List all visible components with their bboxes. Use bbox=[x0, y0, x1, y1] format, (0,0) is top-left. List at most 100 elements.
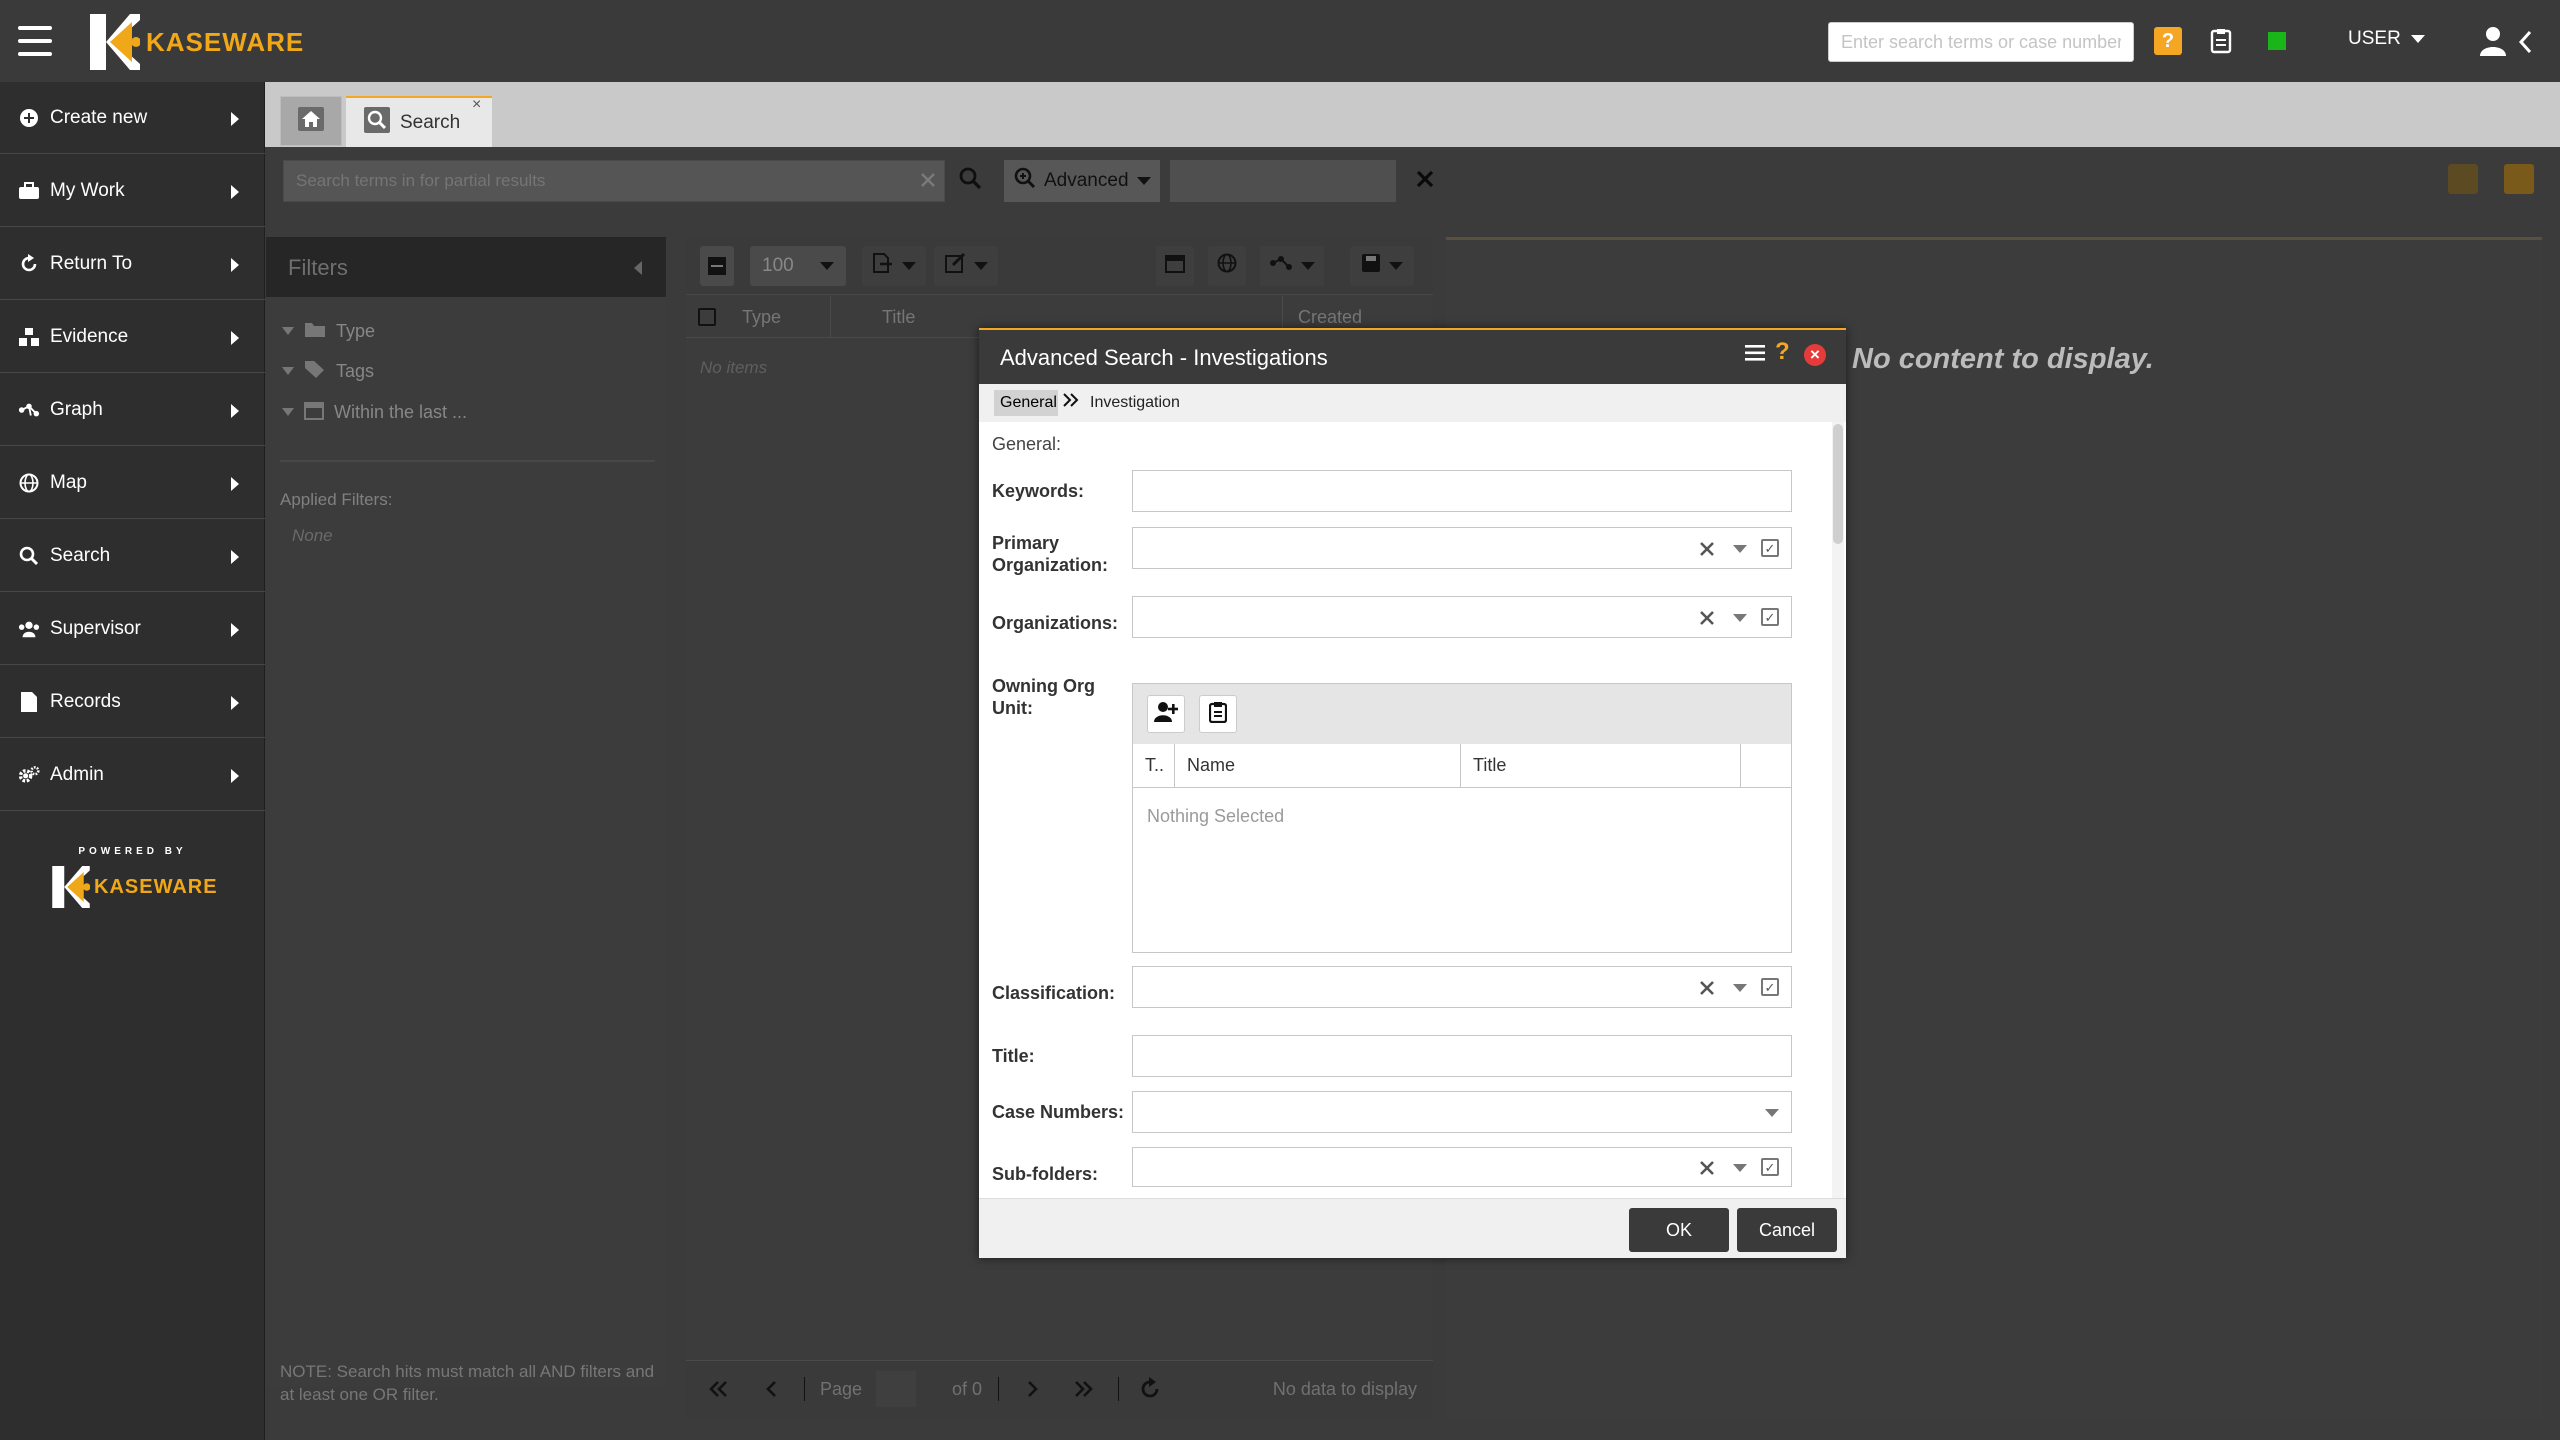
organizations-label: Organizations: bbox=[992, 613, 1119, 633]
calendar-view-button[interactable] bbox=[1156, 246, 1194, 286]
menu-icon[interactable] bbox=[1745, 344, 1765, 367]
sidebar-item-search[interactable]: Search bbox=[0, 520, 265, 592]
label-line: Unit: bbox=[992, 698, 1033, 718]
collapse-button[interactable] bbox=[700, 246, 734, 286]
classification-combo[interactable]: ✓ bbox=[1132, 966, 1792, 1008]
sidebar-item-label: Graph bbox=[50, 398, 103, 420]
case-numbers-combo[interactable] bbox=[1132, 1091, 1792, 1133]
map-view-button[interactable] bbox=[1208, 246, 1246, 286]
hamburger-menu-icon[interactable] bbox=[18, 26, 52, 56]
filter-within-last[interactable]: Within the last ... bbox=[282, 400, 467, 425]
collapse-icon[interactable] bbox=[634, 261, 642, 275]
export-button[interactable] bbox=[862, 246, 926, 286]
edit-icon bbox=[944, 252, 966, 280]
tab-search[interactable]: Search bbox=[346, 96, 492, 147]
clear-icon[interactable] bbox=[1699, 1160, 1715, 1181]
dialog-help-icon[interactable]: ? bbox=[1775, 338, 1790, 366]
chevron-right-icon bbox=[231, 404, 239, 418]
chevron-down-icon[interactable] bbox=[1733, 545, 1747, 553]
chevron-down-icon[interactable] bbox=[1733, 1164, 1747, 1172]
tab-close-icon[interactable]: × bbox=[472, 96, 481, 114]
checkbox-icon[interactable]: ✓ bbox=[1761, 608, 1779, 626]
brand-wordmark: KASEWARE bbox=[146, 26, 305, 57]
saved-filter-dropdown[interactable] bbox=[1170, 160, 1396, 202]
calendar-icon bbox=[304, 400, 324, 425]
sidebar-item-supervisor[interactable]: Supervisor bbox=[0, 593, 265, 665]
owning-org-unit-label: Owning Org Unit: bbox=[992, 675, 1095, 719]
graph-view-button[interactable] bbox=[1260, 246, 1324, 286]
person-icon[interactable] bbox=[2480, 26, 2506, 61]
clipboard-icon[interactable] bbox=[2210, 28, 2232, 59]
help-button[interactable]: ? bbox=[2154, 27, 2182, 55]
advanced-search-button[interactable]: Advanced bbox=[1004, 160, 1160, 202]
page-number-input[interactable] bbox=[876, 1371, 916, 1407]
chevron-down-icon bbox=[1301, 262, 1315, 270]
chevron-down-icon[interactable] bbox=[1733, 614, 1747, 622]
chevron-right-icon bbox=[231, 696, 239, 710]
refresh-icon[interactable] bbox=[1138, 1377, 1162, 1406]
search-terms-input[interactable] bbox=[283, 160, 945, 202]
ok-button[interactable]: OK bbox=[1629, 1208, 1729, 1252]
column-header-title[interactable]: Title bbox=[882, 307, 915, 328]
sidebar: Create new My Work Return To Evidence Gr… bbox=[0, 82, 265, 1440]
sidebar-item-label: Search bbox=[50, 544, 111, 566]
prev-page-icon[interactable] bbox=[764, 1379, 778, 1404]
filter-type[interactable]: Type bbox=[282, 320, 375, 343]
checkbox-icon[interactable]: ✓ bbox=[1761, 1158, 1779, 1176]
clipboard-button[interactable] bbox=[1199, 695, 1237, 733]
sidebar-item-return-to[interactable]: Return To bbox=[0, 228, 265, 300]
tab-strip bbox=[265, 82, 2560, 147]
primary-organization-combo[interactable]: ✓ bbox=[1132, 527, 1792, 569]
help-icon[interactable] bbox=[2504, 164, 2534, 194]
cancel-button[interactable]: Cancel bbox=[1737, 1208, 1837, 1252]
tab-search-label: Search bbox=[400, 111, 461, 133]
column-header-name[interactable]: Name bbox=[1175, 744, 1461, 788]
first-page-icon[interactable] bbox=[708, 1379, 728, 1404]
sidebar-item-my-work[interactable]: My Work bbox=[0, 155, 265, 227]
chevron-down-icon[interactable] bbox=[1765, 1109, 1779, 1117]
column-header-created[interactable]: Created bbox=[1298, 307, 1362, 328]
chevron-down-icon[interactable] bbox=[1733, 984, 1747, 992]
global-search-input[interactable] bbox=[1828, 22, 2134, 62]
tab-home[interactable] bbox=[280, 96, 342, 146]
checkbox-icon[interactable]: ✓ bbox=[1761, 978, 1779, 996]
filter-tags[interactable]: Tags bbox=[282, 360, 374, 383]
breadcrumb-general[interactable]: General bbox=[994, 390, 1058, 416]
sidebar-item-graph[interactable]: Graph bbox=[0, 374, 265, 446]
page-size-select[interactable]: 100 bbox=[750, 246, 846, 286]
sidebar-item-create-new[interactable]: Create new bbox=[0, 82, 265, 154]
settings-icon[interactable] bbox=[2448, 164, 2478, 194]
column-header-title[interactable]: Title bbox=[1461, 744, 1741, 788]
classification-label: Classification: bbox=[992, 983, 1116, 1003]
sidebar-item-admin[interactable]: Admin bbox=[0, 739, 265, 811]
save-icon bbox=[1361, 253, 1381, 279]
chevron-down-icon bbox=[974, 262, 988, 270]
checkbox-icon[interactable]: ✓ bbox=[1761, 539, 1779, 557]
chevron-left-icon[interactable] bbox=[2518, 30, 2532, 61]
sidebar-item-map[interactable]: Map bbox=[0, 447, 265, 519]
breadcrumb-investigation[interactable]: Investigation bbox=[1090, 394, 1180, 412]
save-button[interactable] bbox=[1350, 246, 1414, 286]
close-icon[interactable] bbox=[1416, 164, 1434, 195]
sidebar-item-records[interactable]: Records bbox=[0, 666, 265, 738]
column-header-type[interactable]: T.. bbox=[1133, 744, 1175, 788]
title-input[interactable] bbox=[1132, 1035, 1792, 1077]
clear-icon[interactable] bbox=[1699, 610, 1715, 631]
column-header-type[interactable]: Type bbox=[742, 307, 781, 328]
select-all-checkbox[interactable] bbox=[698, 308, 716, 326]
dialog-close-icon[interactable]: × bbox=[1804, 344, 1826, 366]
dialog-scrollbar-thumb[interactable] bbox=[1833, 424, 1843, 544]
clear-icon[interactable] bbox=[1699, 980, 1715, 1001]
sidebar-item-evidence[interactable]: Evidence bbox=[0, 301, 265, 373]
keywords-input[interactable] bbox=[1132, 470, 1792, 512]
user-menu[interactable]: USER bbox=[2348, 28, 2425, 50]
edit-button[interactable] bbox=[934, 246, 998, 286]
next-page-icon[interactable] bbox=[1026, 1379, 1040, 1404]
organizations-combo[interactable]: ✓ bbox=[1132, 596, 1792, 638]
add-user-button[interactable] bbox=[1147, 695, 1185, 733]
clear-icon[interactable] bbox=[1699, 541, 1715, 562]
sub-folders-combo[interactable]: ✓ bbox=[1132, 1147, 1792, 1187]
last-page-icon[interactable] bbox=[1074, 1379, 1094, 1404]
clear-search-icon[interactable] bbox=[920, 168, 936, 194]
search-icon[interactable] bbox=[958, 166, 982, 195]
